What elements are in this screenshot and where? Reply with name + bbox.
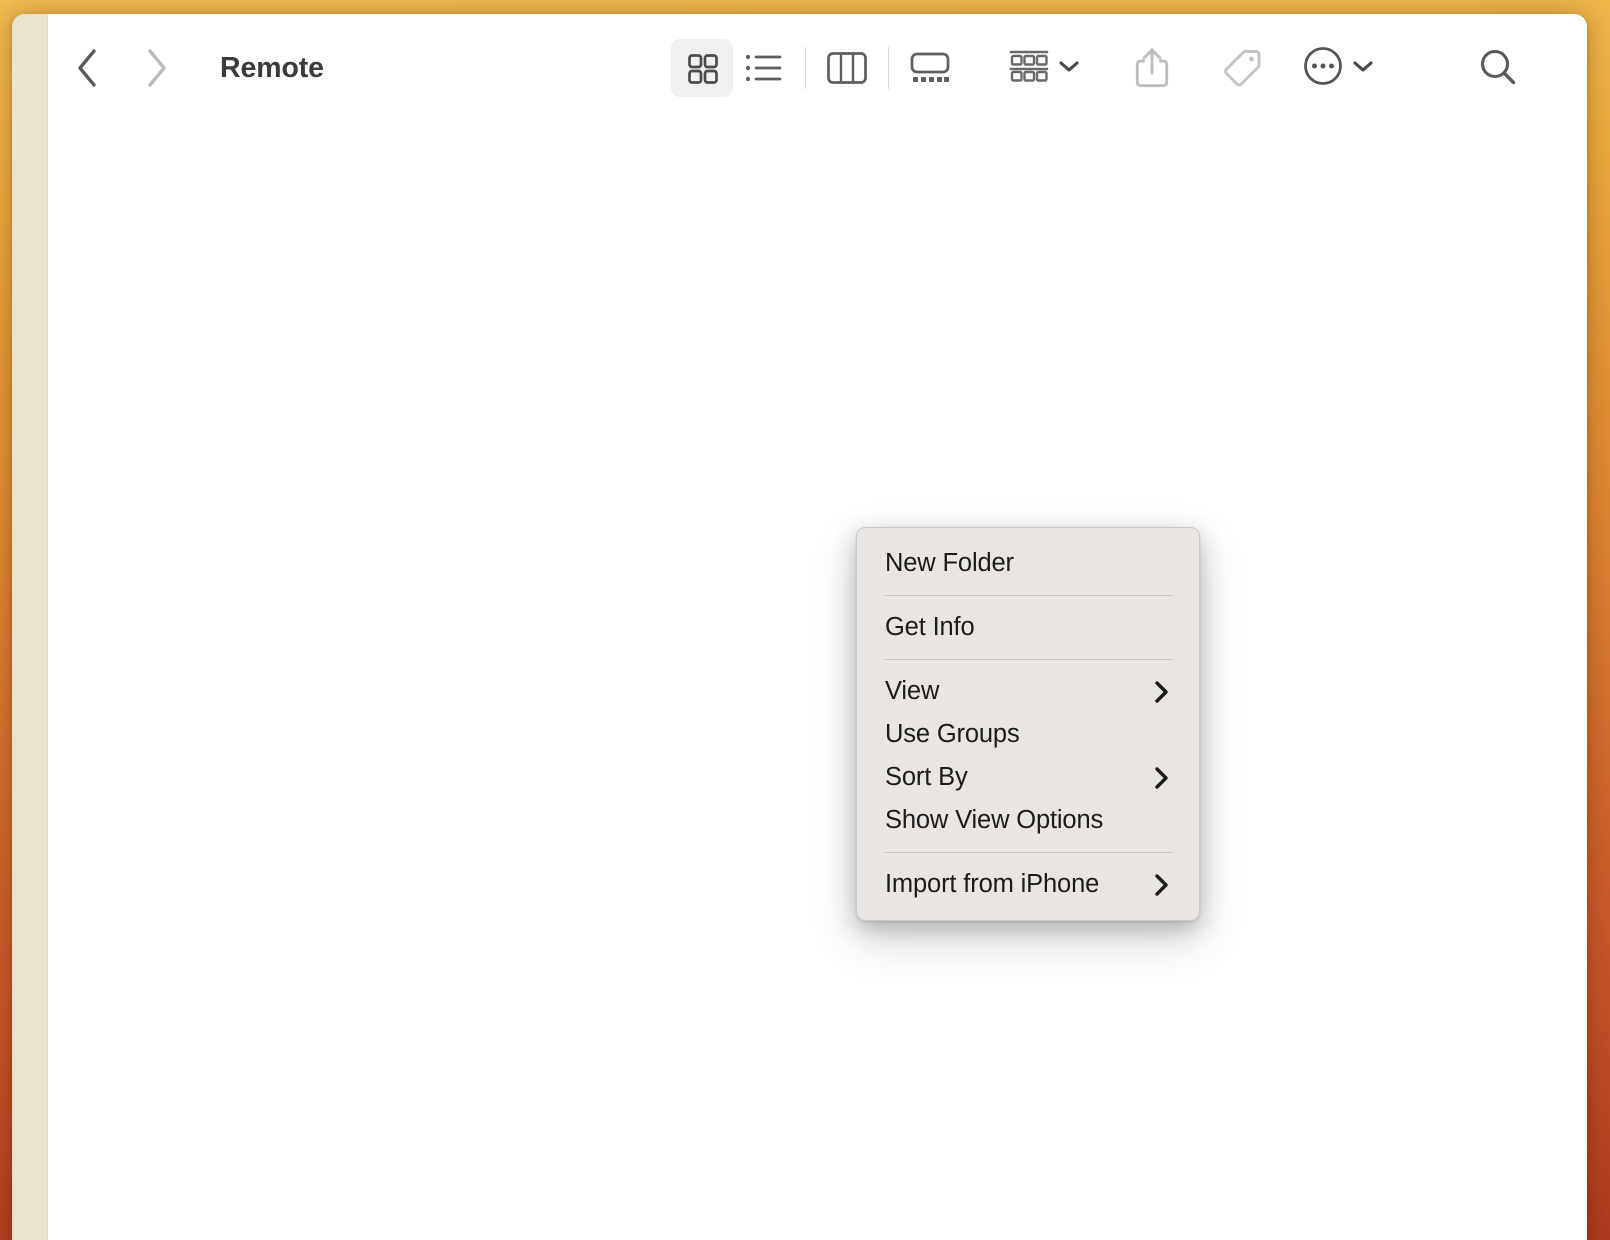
menu-item-label: Import from iPhone <box>885 870 1100 898</box>
menu-item-label: Get Info <box>885 613 975 641</box>
chevron-right-icon <box>1151 872 1173 898</box>
finder-window: Remote <box>12 14 1587 1240</box>
menu-item-label: View <box>885 677 940 705</box>
context-menu-group: View Use Groups Sort By Show View Option… <box>857 670 1199 842</box>
context-menu-group: New Folder <box>857 542 1199 585</box>
group-by-button[interactable] <box>1005 39 1083 97</box>
toolbar-divider-2 <box>888 47 889 89</box>
menu-item-label: Show View Options <box>885 806 1104 834</box>
column-view-button[interactable] <box>816 39 878 97</box>
menu-item-get-info[interactable]: Get Info <box>857 606 1199 649</box>
chevron-down-icon <box>1057 58 1081 79</box>
finder-content-area[interactable]: Remote <box>49 14 1587 1240</box>
more-actions-button[interactable] <box>1299 39 1377 97</box>
file-browser-empty-area[interactable] <box>49 122 1587 1240</box>
menu-separator <box>885 595 1173 596</box>
more-ellipsis-circle-icon <box>1301 44 1345 93</box>
navigation-buttons <box>67 46 177 90</box>
menu-item-use-groups[interactable]: Use Groups <box>857 713 1199 756</box>
menu-item-import-from-iphone[interactable]: Import from iPhone <box>857 863 1199 906</box>
back-button[interactable] <box>67 46 107 90</box>
view-mode-segmented-control <box>671 39 961 97</box>
menu-item-show-view-options[interactable]: Show View Options <box>857 799 1199 842</box>
list-view-button[interactable] <box>733 39 795 97</box>
group-icon <box>1007 48 1051 89</box>
finder-sidebar[interactable] <box>12 14 48 1240</box>
context-menu-group: Get Info <box>857 606 1199 649</box>
forward-button[interactable] <box>137 46 177 90</box>
finder-toolbar: Remote <box>49 14 1587 122</box>
chevron-down-icon <box>1351 58 1375 79</box>
share-button[interactable] <box>1121 39 1183 97</box>
menu-item-new-folder[interactable]: New Folder <box>857 542 1199 585</box>
chevron-right-icon <box>1151 765 1173 791</box>
menu-separator <box>885 852 1173 853</box>
context-menu: New Folder Get Info View Use Groups Sort… <box>856 527 1200 921</box>
gallery-view-button[interactable] <box>899 39 961 97</box>
chevron-right-icon <box>1151 679 1173 705</box>
menu-item-label: Sort By <box>885 763 968 791</box>
search-button[interactable] <box>1467 39 1529 97</box>
menu-item-label: New Folder <box>885 549 1014 577</box>
menu-item-view[interactable]: View <box>857 670 1199 713</box>
page-title: Remote <box>220 51 324 84</box>
toolbar-divider-1 <box>805 47 806 89</box>
context-menu-group: Import from iPhone <box>857 863 1199 906</box>
menu-item-label: Use Groups <box>885 720 1020 748</box>
menu-item-sort-by[interactable]: Sort By <box>857 756 1199 799</box>
icon-view-button[interactable] <box>671 39 733 97</box>
menu-separator <box>885 659 1173 660</box>
toolbar-right-group <box>671 14 1587 122</box>
tags-button[interactable] <box>1211 39 1273 97</box>
